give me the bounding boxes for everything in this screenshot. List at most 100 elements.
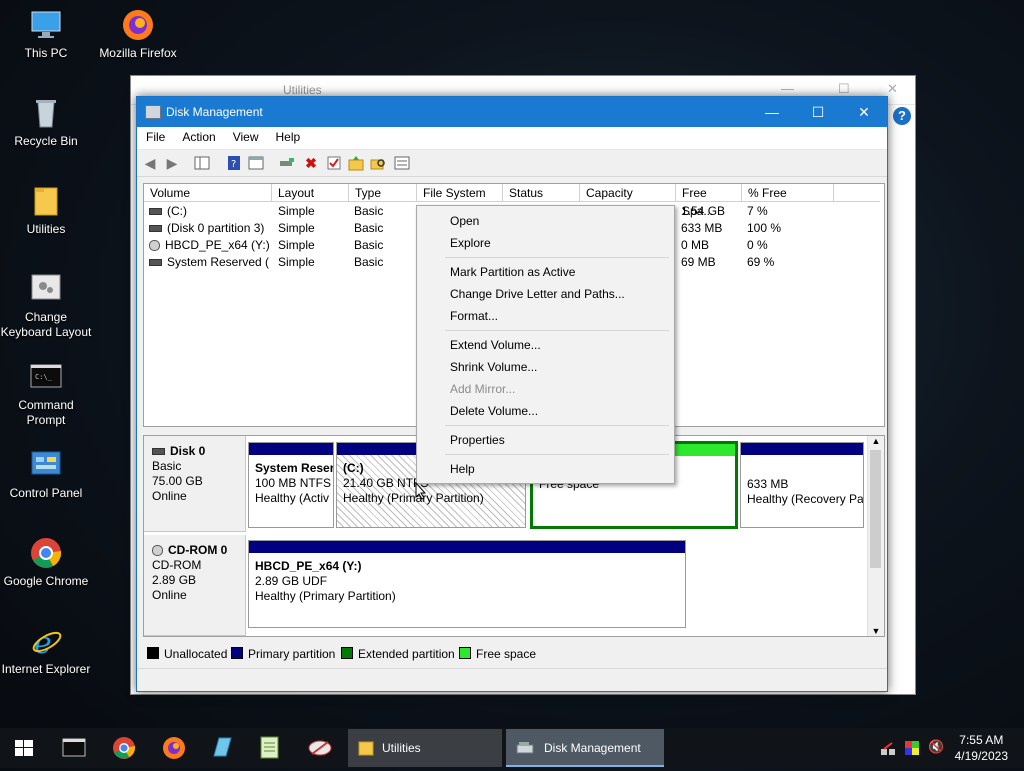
disk-size: 75.00 GB [152, 474, 203, 488]
menu-item-shrink-volume[interactable]: Shrink Volume... [450, 359, 537, 375]
disk0-label[interactable]: Disk 0 Basic 75.00 GB Online [144, 436, 246, 532]
menu-item-delete-volume[interactable]: Delete Volume... [450, 403, 538, 419]
tools-icon [308, 740, 332, 756]
desktop-icon-recycle-bin[interactable]: Recycle Bin [0, 96, 92, 149]
scroll-up-icon[interactable]: ▲ [868, 436, 884, 446]
desktop-icon-this-pc[interactable]: This PC [0, 8, 92, 61]
display-tray-icon[interactable] [904, 740, 920, 756]
clock-date: 4/19/2023 [954, 749, 1008, 763]
col-header-type[interactable]: Type [349, 184, 417, 202]
volume-type: Basic [354, 238, 384, 252]
desktop-icon-control-panel[interactable]: Control Panel [0, 448, 92, 501]
menu-item-change-drive-letter[interactable]: Change Drive Letter and Paths... [450, 286, 625, 302]
titlebar[interactable]: Disk Management — ☐ ✕ [137, 97, 887, 127]
taskbar-app-tools[interactable] [296, 728, 344, 768]
desktop-icon-utilities[interactable]: Utilities [0, 184, 92, 237]
disk-type: Basic [152, 459, 182, 473]
menu-separator [445, 257, 669, 258]
show-hide-console-tree-icon[interactable] [194, 155, 210, 171]
maximize-button[interactable]: ☐ [795, 97, 841, 127]
help-icon[interactable]: ? [893, 107, 911, 125]
scroll-down-icon[interactable]: ▼ [868, 626, 884, 636]
volume-name: (C:) [167, 204, 187, 218]
properties-window-icon[interactable] [248, 155, 264, 171]
menu-item-open[interactable]: Open [450, 213, 479, 229]
forward-arrow-icon[interactable]: ▶ [164, 155, 180, 171]
col-header-free-space[interactable]: Free Spa... [676, 184, 742, 218]
chrome-icon [113, 737, 136, 759]
col-header-volume[interactable]: Volume [144, 184, 272, 202]
task-disk-management[interactable]: Disk Management [506, 729, 664, 767]
volume-free: 69 MB [681, 255, 716, 269]
col-header-file-system[interactable]: File System [417, 184, 503, 202]
col-header-status[interactable]: Status [503, 184, 580, 202]
taskbar-cmd[interactable] [50, 728, 98, 768]
menu-item-extend-volume[interactable]: Extend Volume... [450, 337, 541, 353]
vertical-scrollbar[interactable]: ▲ ▼ [867, 436, 884, 636]
task-label: Disk Management [544, 741, 641, 755]
utilities-window-title: Utilities [283, 83, 322, 97]
scroll-thumb[interactable] [870, 450, 881, 568]
help-book-icon[interactable]: ? [226, 155, 242, 171]
disk-size: 2.89 GB [152, 573, 197, 587]
volume-muted-icon[interactable]: 🔇 [928, 739, 944, 755]
menu-bar: File Action View Help [137, 127, 887, 150]
desktop-icon-ie[interactable]: e Internet Explorer [0, 624, 92, 677]
col-header-layout[interactable]: Layout [272, 184, 349, 202]
desktop-icon-keyboard-layout[interactable]: Change Keyboard Layout [0, 272, 92, 340]
menu-item-help[interactable]: Help [450, 461, 475, 477]
connect-drive-icon[interactable] [279, 155, 295, 171]
taskbar-app-notepad[interactable] [246, 728, 294, 768]
settings-list-icon[interactable] [394, 155, 410, 171]
window-title: Disk Management [166, 105, 263, 119]
cdrom0-label[interactable]: CD-ROM 0 CD-ROM 2.89 GB Online [144, 535, 246, 636]
desktop-icon-command-prompt[interactable]: C:\_ Command Prompt [0, 360, 92, 428]
minimize-button[interactable]: — [749, 97, 795, 127]
col-header-capacity[interactable]: Capacity [580, 184, 676, 202]
desktop-icon-firefox[interactable]: Mozilla Firefox [92, 8, 184, 61]
taskbar-firefox[interactable] [150, 728, 198, 768]
desktop-icon-chrome[interactable]: Google Chrome [0, 536, 92, 589]
desktop-icon-label: Command Prompt [18, 398, 74, 427]
partition-hbcd[interactable]: HBCD_PE_x64 (Y:) 2.89 GB UDF Healthy (Pr… [248, 540, 686, 628]
maximize-icon[interactable]: ☐ [838, 81, 850, 97]
volume-free: 1.54 GB [681, 204, 726, 218]
volume-free: 633 MB [681, 221, 723, 235]
menu-view[interactable]: View [224, 127, 267, 144]
menu-separator [445, 454, 669, 455]
menu-item-mark-active[interactable]: Mark Partition as Active [450, 264, 575, 280]
menu-file[interactable]: File [137, 127, 173, 144]
partition-system-reserved[interactable]: System Reser 100 MB NTFS Healthy (Activ [248, 442, 334, 528]
start-button[interactable] [0, 728, 48, 768]
folder-up-icon[interactable] [348, 155, 364, 171]
volume-free: 0 MB [681, 238, 710, 252]
internet-explorer-icon: e [29, 624, 63, 661]
disk-name: CD-ROM 0 [168, 543, 228, 557]
search-folder-icon[interactable] [370, 155, 386, 171]
partition-bar [741, 443, 863, 455]
close-icon[interactable]: ✕ [887, 81, 898, 97]
menu-item-properties[interactable]: Properties [450, 432, 505, 448]
clock[interactable]: 7:55 AM 4/19/2023 [955, 732, 1008, 764]
disk-icon [149, 225, 162, 233]
menu-action[interactable]: Action [173, 127, 223, 144]
network-tray-icon[interactable] [880, 740, 896, 756]
minimize-icon[interactable]: — [781, 81, 794, 96]
menu-help[interactable]: Help [267, 127, 309, 144]
delete-icon[interactable]: ✖ [303, 155, 319, 171]
disk-status: Online [152, 489, 187, 503]
volume-type: Basic [354, 204, 384, 218]
legend-label: Free space [476, 647, 537, 661]
menu-item-explore[interactable]: Explore [450, 235, 491, 251]
close-button[interactable]: ✕ [841, 97, 887, 127]
task-utilities[interactable]: Utilities [348, 729, 502, 767]
taskbar-app-blue[interactable] [198, 728, 246, 768]
check-icon[interactable] [326, 155, 342, 171]
partition-recovery[interactable]: 633 MB Healthy (Recovery Pa [740, 442, 864, 528]
taskbar-chrome[interactable] [100, 728, 148, 768]
col-header-pct-free[interactable]: % Free [742, 184, 834, 202]
monitor-icon [29, 8, 63, 42]
back-arrow-icon[interactable]: ◀ [142, 155, 158, 171]
volume-pct-free: 69 % [747, 255, 775, 269]
menu-item-format[interactable]: Format... [450, 308, 498, 324]
